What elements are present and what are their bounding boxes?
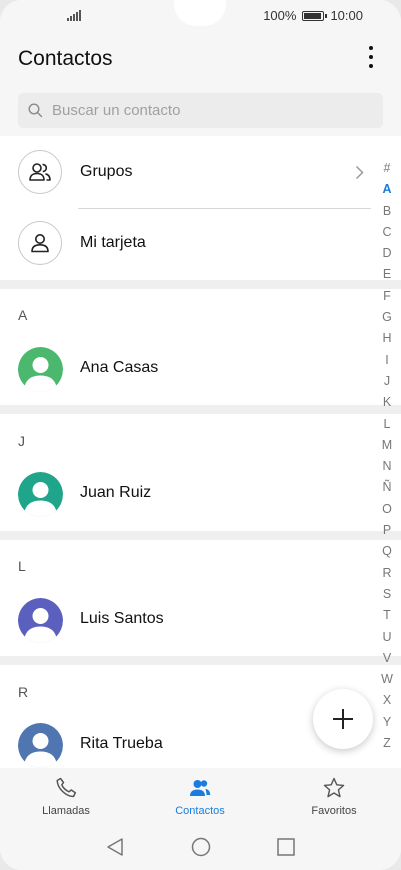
groups-label: Grupos xyxy=(80,163,133,180)
chevron-right-icon xyxy=(355,165,364,180)
nav-favorites-label: Favoritos xyxy=(311,805,357,817)
index-letter[interactable]: O xyxy=(376,499,398,520)
contact-row[interactable]: Luis Santos xyxy=(0,585,370,655)
index-letter[interactable]: R xyxy=(376,563,398,584)
my-card-icon-circle xyxy=(18,221,62,265)
section-gap xyxy=(0,280,401,289)
section-gap xyxy=(0,531,401,540)
avatar xyxy=(18,598,63,643)
groups-row[interactable]: Grupos xyxy=(0,138,370,208)
index-letter[interactable]: M xyxy=(376,435,398,456)
alphabet-index[interactable]: # A B C D E F G H I J K L M N Ñ O P Q R S T U V W X Y Z xyxy=(376,158,398,754)
index-letter[interactable]: T xyxy=(376,605,398,626)
avatar xyxy=(18,723,63,768)
camera-notch xyxy=(174,0,226,26)
contact-row[interactable]: Juan Ruiz xyxy=(0,459,370,529)
index-letter[interactable]: Z xyxy=(376,733,398,754)
add-contact-button[interactable] xyxy=(313,689,373,749)
bottom-nav: Llamadas Contactos Favoritos xyxy=(0,768,401,830)
status-bar: 100% 10:00 xyxy=(0,0,401,32)
nav-contacts[interactable]: Contactos xyxy=(145,768,255,830)
index-letter[interactable]: C xyxy=(376,222,398,243)
index-letter[interactable]: V xyxy=(376,648,398,669)
star-icon xyxy=(323,777,345,798)
index-letter[interactable]: N xyxy=(376,456,398,477)
index-letter[interactable]: D xyxy=(376,243,398,264)
nav-calls[interactable]: Llamadas xyxy=(11,768,121,830)
index-letter[interactable]: Y xyxy=(376,712,398,733)
my-card-row[interactable]: Mi tarjeta xyxy=(0,209,370,279)
home-icon[interactable] xyxy=(187,836,215,858)
status-right: 100% 10:00 xyxy=(263,8,363,23)
battery-percent: 100% xyxy=(263,8,297,23)
app-header: Contactos xyxy=(0,32,401,84)
index-letter[interactable]: A xyxy=(376,179,398,200)
section-header-j: J xyxy=(18,433,25,449)
section-gap xyxy=(0,405,401,414)
clock: 10:00 xyxy=(330,8,363,23)
index-letter[interactable]: J xyxy=(376,371,398,392)
section-header-r: R xyxy=(18,684,29,700)
search-input[interactable] xyxy=(52,93,372,128)
index-letter[interactable]: E xyxy=(376,264,398,285)
index-letter[interactable]: P xyxy=(376,520,398,541)
index-letter[interactable]: # xyxy=(376,158,398,179)
signal-icon xyxy=(67,10,81,21)
groups-icon xyxy=(29,163,51,181)
my-card-label: Mi tarjeta xyxy=(80,234,146,251)
search-box[interactable] xyxy=(18,93,383,128)
person-icon xyxy=(31,234,49,253)
index-letter[interactable]: K xyxy=(376,392,398,413)
contact-name: Luis Santos xyxy=(80,610,164,627)
contact-row[interactable]: Ana Casas xyxy=(0,334,370,404)
avatar xyxy=(18,347,63,392)
contact-name: Ana Casas xyxy=(80,359,159,376)
contacts-screen: 100% 10:00 Contactos Grupos xyxy=(0,0,401,870)
index-letter[interactable]: U xyxy=(376,627,398,648)
phone-icon xyxy=(56,777,77,798)
recents-icon[interactable] xyxy=(272,836,300,858)
index-letter[interactable]: Ñ xyxy=(376,477,398,498)
index-letter[interactable]: X xyxy=(376,690,398,711)
search-icon xyxy=(28,103,43,118)
nav-calls-label: Llamadas xyxy=(42,805,90,817)
index-letter[interactable]: S xyxy=(376,584,398,605)
section-header-l: L xyxy=(18,558,26,574)
nav-favorites[interactable]: Favoritos xyxy=(279,768,389,830)
system-navigation-bar xyxy=(0,830,401,870)
contacts-icon xyxy=(190,780,211,796)
index-letter[interactable]: B xyxy=(376,201,398,222)
index-letter[interactable]: W xyxy=(376,669,398,690)
search-area xyxy=(0,84,401,136)
avatar xyxy=(18,472,63,517)
section-gap xyxy=(0,656,401,665)
contact-name: Juan Ruiz xyxy=(80,484,152,501)
back-icon[interactable] xyxy=(101,836,129,858)
index-letter[interactable]: H xyxy=(376,328,398,349)
more-options-icon[interactable] xyxy=(361,44,381,70)
index-letter[interactable]: G xyxy=(376,307,398,328)
index-letter[interactable]: Q xyxy=(376,541,398,562)
index-letter[interactable]: F xyxy=(376,286,398,307)
contact-name: Rita Trueba xyxy=(80,735,163,752)
section-header-a: A xyxy=(18,307,28,323)
nav-contacts-label: Contactos xyxy=(175,805,225,817)
index-letter[interactable]: L xyxy=(376,414,398,435)
battery-icon xyxy=(302,10,328,21)
index-letter[interactable]: I xyxy=(376,350,398,371)
groups-icon-circle xyxy=(18,150,62,194)
page-title: Contactos xyxy=(18,47,113,70)
